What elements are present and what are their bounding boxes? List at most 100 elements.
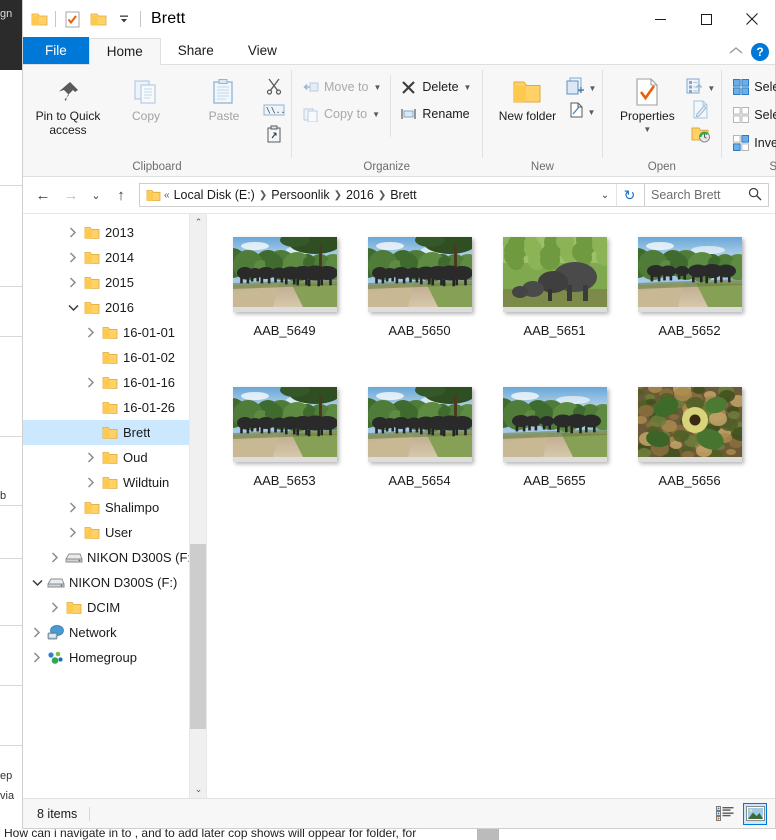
tree-item-homegroup[interactable]: Homegroup	[23, 645, 206, 670]
scrollbar-thumb[interactable]	[190, 544, 206, 729]
chevron-right-icon[interactable]	[65, 245, 81, 270]
new-item-button[interactable]: ▼	[566, 77, 596, 99]
pin-to-quick-access-button[interactable]: Pin to Quick access	[29, 69, 107, 137]
copy-button[interactable]: Copy	[107, 69, 185, 123]
tree-item-brett[interactable]: Brett	[23, 420, 206, 445]
breadcrumb-overflow[interactable]: «	[163, 190, 171, 201]
tree-item-2013[interactable]: 2013	[23, 220, 206, 245]
tree-item-shalimpo[interactable]: Shalimpo	[23, 495, 206, 520]
chevron-down-icon[interactable]: ▼	[643, 123, 651, 137]
select-all-button[interactable]: Select all	[727, 75, 776, 99]
open-with-button[interactable]: ▼	[686, 77, 715, 99]
tree-item-nikon-d300s-f[interactable]: NIKON D300S (F:)	[23, 570, 206, 595]
select-none-button[interactable]: Select none	[727, 103, 776, 127]
tab-home[interactable]: Home	[88, 38, 161, 65]
file-tile[interactable]: AAB_5649	[217, 228, 352, 378]
chevron-down-icon[interactable]: ▼	[372, 110, 380, 119]
chevron-right-icon[interactable]	[29, 620, 45, 645]
tree-item-16-01-16[interactable]: 16-01-16	[23, 370, 206, 395]
back-button[interactable]: ←	[29, 181, 57, 209]
breadcrumb-chevron-1[interactable]: ❯	[333, 190, 343, 201]
chevron-down-icon[interactable]	[29, 570, 45, 595]
tab-share[interactable]: Share	[161, 37, 231, 64]
chevron-down-icon[interactable]: ▼	[588, 84, 596, 93]
refresh-button[interactable]: ↻	[616, 184, 642, 206]
edit-button[interactable]	[692, 100, 709, 123]
file-list-pane[interactable]: AAB_5649 AAB_5650 AAB_5651 AAB_5652 AAB_…	[207, 214, 775, 798]
chevron-right-icon[interactable]	[47, 595, 63, 620]
up-button[interactable]: ↑	[107, 181, 135, 209]
chevron-right-icon[interactable]	[47, 545, 63, 570]
tree-item-oud[interactable]: Oud	[23, 445, 206, 470]
breadcrumb-item-3[interactable]: Brett	[387, 188, 419, 202]
new-folder-icon[interactable]	[88, 9, 108, 29]
tree-item-2016[interactable]: 2016	[23, 295, 206, 320]
customize-qat-icon[interactable]	[114, 9, 134, 29]
chevron-right-icon[interactable]	[65, 270, 81, 295]
breadcrumb-item-2[interactable]: 2016	[343, 188, 377, 202]
breadcrumb-item-1[interactable]: Persoonlik	[268, 188, 332, 202]
minimize-button[interactable]	[637, 0, 683, 38]
large-icons-view-button[interactable]	[743, 802, 767, 825]
breadcrumb-chevron-2[interactable]: ❯	[377, 190, 387, 201]
file-tile[interactable]: AAB_5652	[622, 228, 757, 378]
rename-button[interactable]: Rename	[395, 102, 476, 126]
address-dropdown-icon[interactable]: ⌄	[594, 190, 616, 201]
tree-item-user[interactable]: User	[23, 520, 206, 545]
nav-pane-scrollbar[interactable]: ⌃ ⌄	[189, 214, 206, 798]
file-tile[interactable]: AAB_5651	[487, 228, 622, 378]
tab-file[interactable]: File	[23, 37, 89, 64]
chevron-right-icon[interactable]	[65, 220, 81, 245]
file-tile[interactable]: AAB_5654	[352, 378, 487, 528]
chevron-right-icon[interactable]	[65, 495, 81, 520]
forward-button[interactable]: →	[57, 181, 85, 209]
file-tile[interactable]: AAB_5650	[352, 228, 487, 378]
properties-icon[interactable]	[62, 9, 82, 29]
tree-item-dcim[interactable]: DCIM	[23, 595, 206, 620]
tab-view[interactable]: View	[231, 37, 294, 64]
tree-item-16-01-26[interactable]: 16-01-26	[23, 395, 206, 420]
tree-item-16-01-02[interactable]: 16-01-02	[23, 345, 206, 370]
breadcrumb-item-0[interactable]: Local Disk (E:)	[171, 188, 258, 202]
chevron-down-icon[interactable]: ▼	[707, 84, 715, 93]
invert-selection-button[interactable]: Invert selection	[727, 131, 776, 155]
delete-button[interactable]: Delete ▼	[395, 75, 476, 99]
recent-locations-button[interactable]: ⌄	[85, 181, 107, 209]
file-tile[interactable]: AAB_5655	[487, 378, 622, 528]
cut-button[interactable]	[265, 77, 283, 99]
chevron-down-icon[interactable]	[65, 295, 81, 320]
tree-item-16-01-01[interactable]: 16-01-01	[23, 320, 206, 345]
address-bar[interactable]: « Local Disk (E:) ❯ Persoonlik ❯ 2016 ❯ …	[139, 183, 645, 207]
search-box[interactable]: Search Brett	[645, 183, 769, 207]
scroll-down-arrow[interactable]: ⌄	[190, 781, 206, 798]
chevron-right-icon[interactable]	[83, 445, 99, 470]
history-button[interactable]	[691, 125, 711, 147]
tree-item-network[interactable]: Network	[23, 620, 206, 645]
chevron-down-icon[interactable]: ▼	[587, 108, 595, 117]
breadcrumb-chevron-0[interactable]: ❯	[258, 190, 268, 201]
maximize-button[interactable]	[683, 0, 729, 38]
copy-path-button[interactable]: \\...	[263, 101, 290, 123]
copy-to-button[interactable]: Copy to ▼	[297, 102, 386, 126]
folder-icon[interactable]	[29, 9, 49, 29]
paste-shortcut-button[interactable]	[266, 125, 282, 147]
collapse-ribbon-icon[interactable]	[729, 43, 743, 61]
chevron-right-icon[interactable]	[65, 520, 81, 545]
tree-item-2014[interactable]: 2014	[23, 245, 206, 270]
file-tile[interactable]: AAB_5656	[622, 378, 757, 528]
chevron-right-icon[interactable]	[83, 370, 99, 395]
close-button[interactable]	[729, 0, 775, 38]
easy-access-button[interactable]: ▼	[567, 101, 595, 123]
tree-item-wildtuin[interactable]: Wildtuin	[23, 470, 206, 495]
new-folder-button[interactable]: New folder	[488, 69, 566, 123]
details-view-button[interactable]	[713, 803, 737, 825]
help-button[interactable]: ?	[751, 43, 769, 61]
chevron-down-icon[interactable]: ▼	[464, 83, 472, 92]
paste-button[interactable]: Paste	[185, 69, 263, 123]
search-icon[interactable]	[748, 187, 762, 204]
tree-item-2015[interactable]: 2015	[23, 270, 206, 295]
chevron-down-icon[interactable]: ▼	[373, 83, 381, 92]
tree-item-nikon-d300s-f[interactable]: NIKON D300S (F:	[23, 545, 206, 570]
chevron-right-icon[interactable]	[83, 320, 99, 345]
properties-button[interactable]: Properties ▼	[608, 69, 686, 137]
